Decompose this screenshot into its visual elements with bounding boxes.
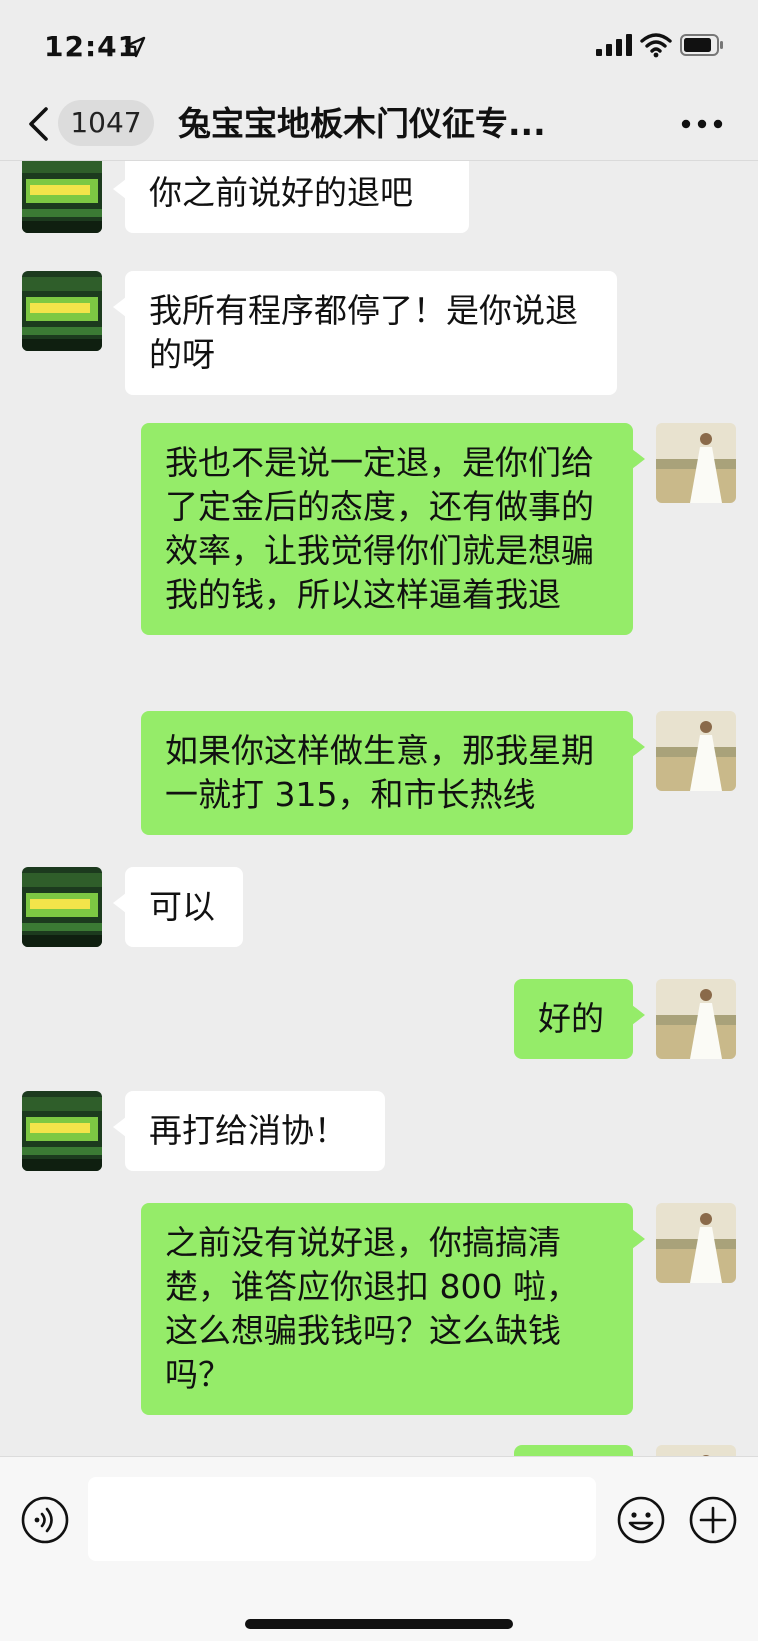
contact-avatar[interactable] [22, 161, 102, 233]
battery-icon [680, 34, 723, 56]
plus-icon[interactable] [688, 1495, 738, 1545]
message-text: 我也不是说一定退，是你们给了定金后的态度，还有做事的效率，让我觉得你们就是想骗我… [165, 443, 594, 614]
message-text: 我所有程序都停了！是你说退的呀 [149, 291, 578, 374]
message-input[interactable] [88, 1477, 596, 1561]
user-avatar[interactable] [656, 1203, 736, 1283]
more-dots-icon[interactable] [680, 112, 724, 136]
message-text: 可以 [149, 887, 215, 926]
message-text: 你之前说好的退吧 [149, 173, 413, 212]
cellular-signal-icon [596, 34, 632, 56]
message-text: 如果你这样做生意，那我星期一就打 315，和市长热线 [165, 731, 594, 814]
input-bar [0, 1456, 758, 1641]
message-bubble[interactable]: 好的 [514, 979, 645, 1059]
status-bar: 12:41 [0, 0, 758, 88]
user-avatar[interactable] [656, 1445, 736, 1456]
chevron-left-icon[interactable] [26, 106, 52, 142]
user-avatar[interactable] [656, 711, 736, 791]
chat-title: 兔宝宝地板木门仪征专... [178, 104, 546, 143]
wifi-icon [640, 33, 672, 58]
location-arrow-icon [124, 36, 146, 58]
contact-avatar[interactable] [22, 1091, 102, 1171]
contact-avatar[interactable] [22, 867, 102, 947]
message-bubble[interactable]: 如果你这样做生意，那我星期一就打 315，和市长热线 [141, 711, 645, 835]
contact-avatar[interactable] [22, 271, 102, 351]
message-bubble[interactable]: 我也不是说一定退，是你们给了定金后的态度，还有做事的效率，让我觉得你们就是想骗我… [141, 423, 645, 635]
message-text: 再打给消协！ [149, 1111, 347, 1150]
message-bubble-partial[interactable] [514, 1445, 633, 1456]
message-text: 之前没有说好退，你搞搞清楚，谁答应你退扣 800 啦，这么想骗我钱吗？这么缺钱吗… [165, 1223, 579, 1394]
emoji-icon[interactable] [616, 1495, 666, 1545]
chat-header: 1047 兔宝宝地板木门仪征专... [0, 88, 758, 160]
home-indicator [245, 1619, 513, 1629]
message-list[interactable]: 你之前说好的退吧 我所有程序都停了！是你说退的呀 我也不是说一定退，是你们给了定… [0, 161, 758, 1456]
voice-icon[interactable] [20, 1495, 70, 1545]
message-text: 好的 [538, 999, 604, 1038]
unread-count-badge[interactable]: 1047 [58, 100, 154, 146]
message-bubble[interactable]: 我所有程序都停了！是你说退的呀 [113, 271, 617, 395]
user-avatar[interactable] [656, 979, 736, 1059]
message-bubble[interactable]: 再打给消协！ [113, 1091, 385, 1171]
message-bubble[interactable]: 你之前说好的退吧 [113, 161, 469, 233]
message-bubble[interactable]: 之前没有说好退，你搞搞清楚，谁答应你退扣 800 啦，这么想骗我钱吗？这么缺钱吗… [141, 1203, 645, 1415]
user-avatar[interactable] [656, 423, 736, 503]
message-bubble[interactable]: 可以 [113, 867, 243, 947]
